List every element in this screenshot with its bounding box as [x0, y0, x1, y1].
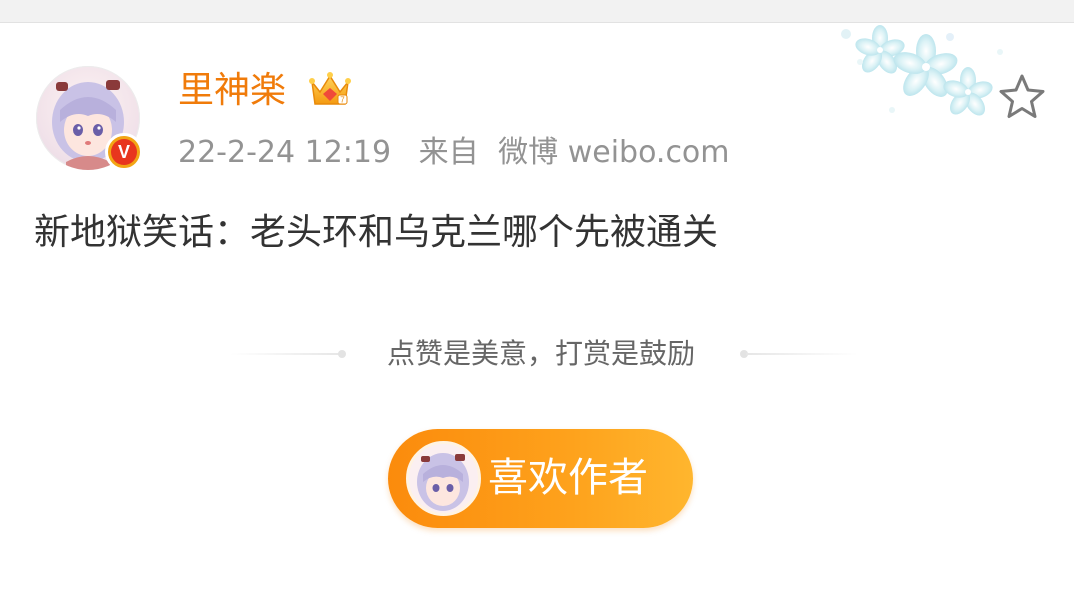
like-author-label: 喜欢作者: [488, 455, 648, 501]
svg-text:7: 7: [340, 96, 345, 105]
anime-girl-avatar-icon: [417, 453, 469, 511]
reward-slogan: 点赞是美意，打赏是鼓励: [386, 337, 695, 370]
post-meta: 22-2-24 12:19 来自 微博 weibo.com: [178, 134, 748, 172]
like-author-button[interactable]: 喜欢作者: [388, 429, 693, 528]
divider-right: [746, 353, 858, 355]
post-timestamp: 22-2-24 12:19: [178, 135, 392, 170]
divider-dot-left: [338, 350, 346, 358]
author-name[interactable]: 里神楽: [178, 68, 286, 114]
source-name[interactable]: 微博 weibo.com: [498, 135, 729, 170]
source-prefix: 来自: [418, 135, 479, 170]
post-content: 新地狱笑话：老头环和乌克兰哪个先被通关: [34, 212, 719, 253]
favorite-star-icon[interactable]: [996, 72, 1048, 122]
divider-left: [230, 353, 342, 355]
reward-slogan-row: 点赞是美意，打赏是鼓励: [228, 334, 858, 374]
button-avatar: [406, 441, 481, 516]
crown-icon: 7: [309, 72, 351, 105]
verified-v-icon: V: [111, 139, 137, 165]
verified-badge: V: [105, 133, 143, 171]
top-bar: [0, 0, 1074, 23]
